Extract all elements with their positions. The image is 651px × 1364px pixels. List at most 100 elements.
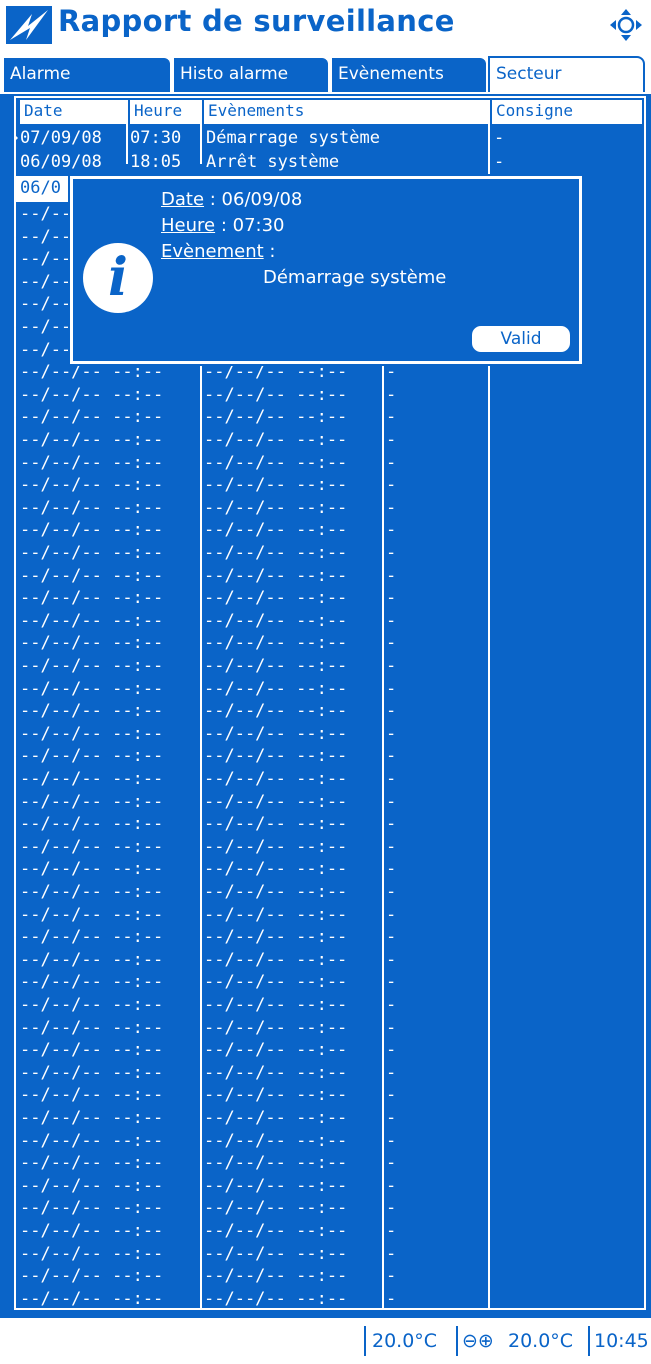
row-datetime-placeholder: --/--/-- --:--	[20, 927, 164, 948]
valid-button[interactable]: Valid	[471, 325, 571, 353]
dialog-heure-value: 07:30	[232, 215, 285, 236]
row-datetime-placeholder: --/--/-- --:--	[20, 1221, 164, 1241]
temperature-adjust-icon[interactable]: ⊖⊕	[462, 1330, 494, 1352]
table-row[interactable]: 06/09/08 18:05 Arrêt système -	[16, 150, 644, 176]
status-time: 10:45	[594, 1330, 649, 1352]
row-datetime-placeholder: --/--/-- --:--	[20, 1085, 164, 1106]
row-datetime-placeholder: --/--/-- --:--	[204, 565, 348, 586]
tab-bar: Alarme Histo alarme Evènements Secteur	[0, 48, 651, 97]
dialog-date-value: 06/09/08	[221, 189, 303, 210]
row-datetime-placeholder: --/--/-- --:--	[204, 1085, 348, 1106]
tab-evenements[interactable]: Evènements	[330, 56, 488, 92]
row-datetime-placeholder: --/--/-- --:--	[20, 475, 164, 496]
row-value-placeholder: -	[386, 1153, 397, 1174]
row-value-placeholder: -	[386, 633, 397, 654]
row-datetime-placeholder: --/--/-- --:--	[20, 814, 164, 835]
row-datetime-placeholder: --/--/-- --:--	[20, 1266, 164, 1287]
row-datetime-placeholder: --/--/-- --:--	[204, 452, 348, 473]
row-datetime-placeholder: --/--/-- --:--	[204, 656, 348, 676]
row-datetime-placeholder: --/--/-- --:--	[20, 497, 164, 518]
row-datetime-placeholder: --/--/-- --:--	[20, 656, 164, 676]
row-datetime-placeholder: --/--/-- --:--	[20, 882, 164, 902]
row-datetime-placeholder: --/--/-- --:--	[204, 904, 348, 925]
row-datetime-placeholder: --/--/-- --:--	[204, 678, 348, 699]
row-value-placeholder: -	[386, 927, 397, 948]
table-row[interactable]: 07/09/08 07:30 Démarrage système -	[16, 126, 644, 152]
row-value-placeholder: -	[386, 610, 397, 631]
tab-alarme[interactable]: Alarme	[2, 56, 172, 92]
row-datetime-placeholder: --/--/-- --:--	[20, 543, 164, 563]
row-value-placeholder: -	[386, 1108, 397, 1128]
row-value-placeholder: -	[386, 384, 397, 405]
dialog-heure: Heure : 07:30	[161, 215, 285, 236]
tab-secteur[interactable]: Secteur	[488, 56, 645, 92]
row-datetime-placeholder: --/--/-- --:--	[204, 723, 348, 744]
row-datetime-placeholder: --/--/-- --:--	[20, 452, 164, 473]
row-value-placeholder: -	[386, 882, 397, 902]
row-datetime-placeholder: --/--/-- --:--	[20, 407, 164, 428]
row-datetime-placeholder: --/--/-- --:--	[20, 1175, 164, 1196]
row-value-placeholder: -	[386, 1085, 397, 1106]
row-datetime-placeholder: --/--/-- --:--	[204, 1108, 348, 1128]
row-consigne: -	[494, 128, 505, 148]
row-datetime-placeholder: --/--/-- --:--	[204, 746, 348, 767]
row-datetime-placeholder: --/--/-- --:--	[20, 1153, 164, 1174]
row-datetime-placeholder: --/--/-- --:--	[20, 1062, 164, 1083]
row-datetime-placeholder: --/--/-- --:--	[20, 520, 164, 541]
row-value-placeholder: -	[386, 588, 397, 609]
tab-histo-alarme[interactable]: Histo alarme	[172, 56, 330, 92]
row-value-placeholder: -	[386, 1040, 397, 1061]
row-datetime-placeholder: --/--/-- --:--	[20, 746, 164, 767]
row-datetime-placeholder: --/--/-- --:--	[204, 1153, 348, 1174]
row-datetime-placeholder: --/--/-- --:--	[204, 588, 348, 609]
row-datetime-placeholder: --/--/-- --:--	[20, 1130, 164, 1151]
row-value-placeholder: -	[386, 769, 397, 789]
row-value-placeholder: -	[386, 497, 397, 518]
row-value-placeholder: -	[386, 791, 397, 812]
info-icon: i	[83, 243, 153, 313]
row-datetime-placeholder: --/--/-- --:--	[20, 633, 164, 654]
row-datetime-placeholder: --/--/-- --:--	[204, 859, 348, 880]
table-row-highlighted[interactable]: 06/0	[16, 176, 76, 202]
row-heure: 18:05	[130, 152, 182, 172]
row-datetime-placeholder: --/--/-- --:--	[20, 1288, 164, 1309]
row-datetime-placeholder: --/--/-- --:--	[20, 723, 164, 744]
navigation-arrows-icon[interactable]	[609, 8, 643, 42]
row-datetime-placeholder: --/--/-- --:--	[204, 769, 348, 789]
table-row-empty[interactable]: --/--/-- --:-- --/--/-- --:-- -	[16, 1287, 644, 1309]
row-datetime-placeholder: --/--/-- --:--	[20, 972, 164, 993]
column-header-consigne: Consigne	[492, 100, 642, 124]
row-value-placeholder: -	[386, 814, 397, 835]
dialog-date-label: Date	[161, 189, 205, 210]
row-value-placeholder: -	[386, 746, 397, 767]
row-heure: 07:30	[130, 128, 182, 148]
row-value-placeholder: -	[386, 1130, 397, 1151]
dialog-event: Evènement :	[161, 241, 276, 262]
row-value-placeholder: -	[386, 723, 397, 744]
row-datetime-placeholder: --/--/-- --:--	[204, 407, 348, 428]
row-datetime-placeholder: --/--/-- --:--	[20, 904, 164, 925]
dialog-date: Date : 06/09/08	[161, 189, 303, 210]
row-datetime-placeholder: --/--/-- --:--	[204, 1017, 348, 1038]
row-datetime-placeholder: --/--/-- --:--	[20, 859, 164, 880]
row-datetime-placeholder: --/--/-- --:--	[20, 949, 164, 970]
row-datetime-placeholder: --/--/-- --:--	[204, 1288, 348, 1309]
row-value-placeholder: -	[386, 1017, 397, 1038]
row-datetime-placeholder: --/--/-- --:--	[20, 836, 164, 857]
row-datetime-placeholder: --/--/-- --:--	[20, 1017, 164, 1038]
row-datetime-placeholder: --/--/-- --:--	[20, 565, 164, 586]
row-datetime-placeholder: --/--/-- --:--	[204, 1040, 348, 1061]
row-value-placeholder: -	[386, 452, 397, 473]
row-value-placeholder: -	[386, 701, 397, 722]
row-value-placeholder: -	[386, 362, 397, 383]
row-datetime-placeholder: --/--/-- --:--	[204, 791, 348, 812]
info-dialog: i Date: 06/09/08 Heure: 07:30 Evènemen…	[68, 174, 584, 366]
dialog-heure-label: Heure	[161, 215, 216, 236]
row-value-placeholder: -	[386, 904, 397, 925]
row-value-placeholder: -	[386, 475, 397, 496]
row-value-placeholder: -	[386, 972, 397, 993]
row-datetime-placeholder: --/--/-- --:--	[20, 1243, 164, 1264]
dialog-event-value: Démarrage système	[263, 267, 447, 288]
status-bar: 20.0°C ⊖⊕ 20.0°C 10:45	[0, 1318, 651, 1364]
row-datetime-placeholder: --/--/-- --:--	[20, 1040, 164, 1061]
